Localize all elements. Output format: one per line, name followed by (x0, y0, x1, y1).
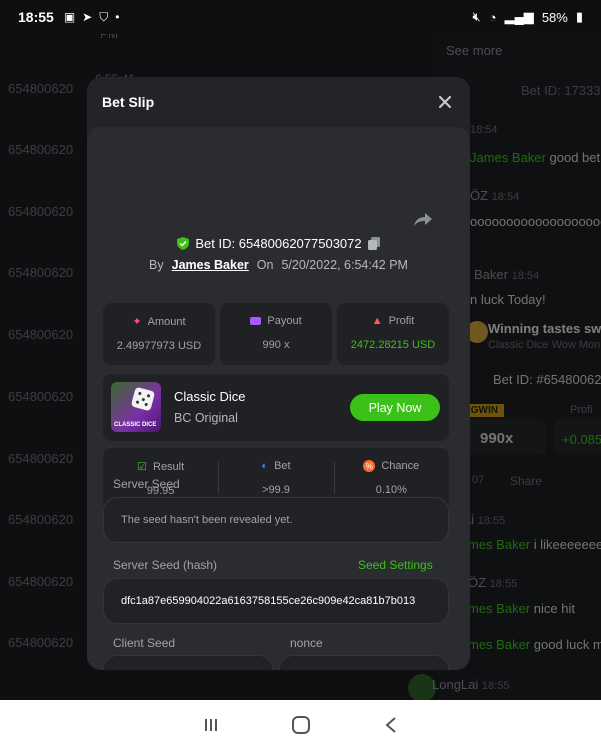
game-provider: BC Original (174, 411, 238, 425)
profit-label: Profit (388, 315, 415, 327)
thumb-text: CLASSIC DICE (114, 422, 157, 428)
profit-value: 2472.28215 USD (350, 339, 436, 351)
wifi-icon: ◔ (488, 9, 497, 25)
bet-id-row: Bet ID: 65480062077503072 (87, 236, 470, 251)
bet-value: >99.9 (262, 484, 290, 496)
percent-icon: % (363, 460, 376, 472)
server-seed-field: The seed hasn't been revealed yet. (103, 497, 449, 543)
result-label: Result (153, 460, 185, 473)
coins-icon: ✦ (132, 316, 142, 328)
home-icon (291, 716, 310, 734)
modal-header: Bet Slip (87, 77, 470, 127)
battery-level: 58% (541, 9, 568, 25)
nonce-field[interactable] (279, 655, 449, 670)
bet-slip-body: Bet ID: 65480062077503072 By James Baker… (87, 127, 470, 670)
battery-icon: ▮ (575, 9, 583, 24)
bet-slip-modal: Bet Slip Bet ID: 65480062077503072 By Ja… (87, 77, 470, 670)
seed-settings-link[interactable]: Seed Settings (358, 558, 433, 572)
payout-value: 990 x (262, 339, 290, 351)
amount-label: Amount (147, 315, 186, 328)
telegram-icon: ➤ (82, 10, 93, 24)
on-label: On (256, 258, 274, 272)
status-bar: 18:55 ▣ ➤ ⛉ • 🔇︎ ◔ ▂▄▆ 58% ▮ (0, 0, 601, 34)
back-icon (384, 717, 396, 733)
recent-apps-button[interactable] (196, 710, 226, 740)
shield-icon: ⛉ (99, 9, 109, 24)
mute-icon: 🔇︎ (472, 9, 481, 24)
server-seed-hash-label: Server Seed (hash) (113, 558, 218, 572)
recent-apps-icon (204, 719, 217, 731)
home-button[interactable] (286, 710, 316, 740)
username-link[interactable]: James Baker (172, 258, 249, 272)
client-seed-field[interactable] (103, 655, 273, 670)
profit-stat: ▲ Profit 2472.28215 USD (337, 303, 449, 365)
payout-stat: Payout 990 x (220, 303, 332, 365)
bet-icon: ◐ (261, 460, 269, 472)
bet-byline: By James Baker On 5/20/2022, 6:54:42 PM (87, 258, 470, 272)
by-label: By (149, 258, 164, 272)
game-card: CLASSIC DICE Classic Dice BC Original Pl… (103, 374, 449, 441)
amount-stat: ✦ Amount 2.49977973 USD (103, 303, 215, 365)
server-seed-hash-field[interactable]: dfc1a87e659904022a6163758155ce26c909e42c… (103, 578, 449, 624)
bet-label: Bet (274, 460, 291, 472)
bet-id: Bet ID: 65480062077503072 (195, 236, 362, 251)
server-seed-label: Server Seed (113, 477, 180, 491)
shield-check-icon (177, 237, 190, 250)
dot-icon: • (115, 10, 120, 24)
signal-icon: ▂▄▆ (504, 9, 534, 24)
profit-icon: ▲ (371, 315, 383, 327)
bet-summary: ✦ Amount 2.49977973 USD Payout 990 x ▲ Pro… (103, 303, 449, 365)
client-seed-label: Client Seed (113, 636, 176, 650)
back-button[interactable] (376, 710, 406, 740)
bet-datetime: 5/20/2022, 6:54:42 PM (281, 258, 408, 272)
result-icon: ☑ (137, 461, 147, 473)
chance-value: 0.10% (375, 484, 407, 496)
close-button[interactable] (435, 92, 455, 112)
copy-icon[interactable] (367, 237, 380, 250)
amount-value: 2.49977973 USD (116, 340, 202, 352)
game-thumbnail[interactable]: CLASSIC DICE (111, 382, 161, 432)
close-icon (439, 96, 451, 108)
dice-icon (130, 386, 156, 412)
share-icon[interactable] (413, 211, 433, 229)
wallet-icon (250, 317, 262, 325)
nonce-label: nonce (290, 636, 323, 650)
android-nav-bar (0, 700, 601, 750)
game-name: Classic Dice (174, 389, 246, 404)
play-now-button[interactable]: Play Now (350, 394, 440, 421)
gallery-icon: ▣ (63, 10, 76, 24)
payout-label: Payout (267, 315, 302, 327)
notification-icons: ▣ ➤ ⛉ • (64, 10, 120, 25)
status-time: 18:55 (18, 9, 54, 25)
chance-label: Chance (381, 460, 420, 472)
modal-title: Bet Slip (102, 94, 155, 110)
